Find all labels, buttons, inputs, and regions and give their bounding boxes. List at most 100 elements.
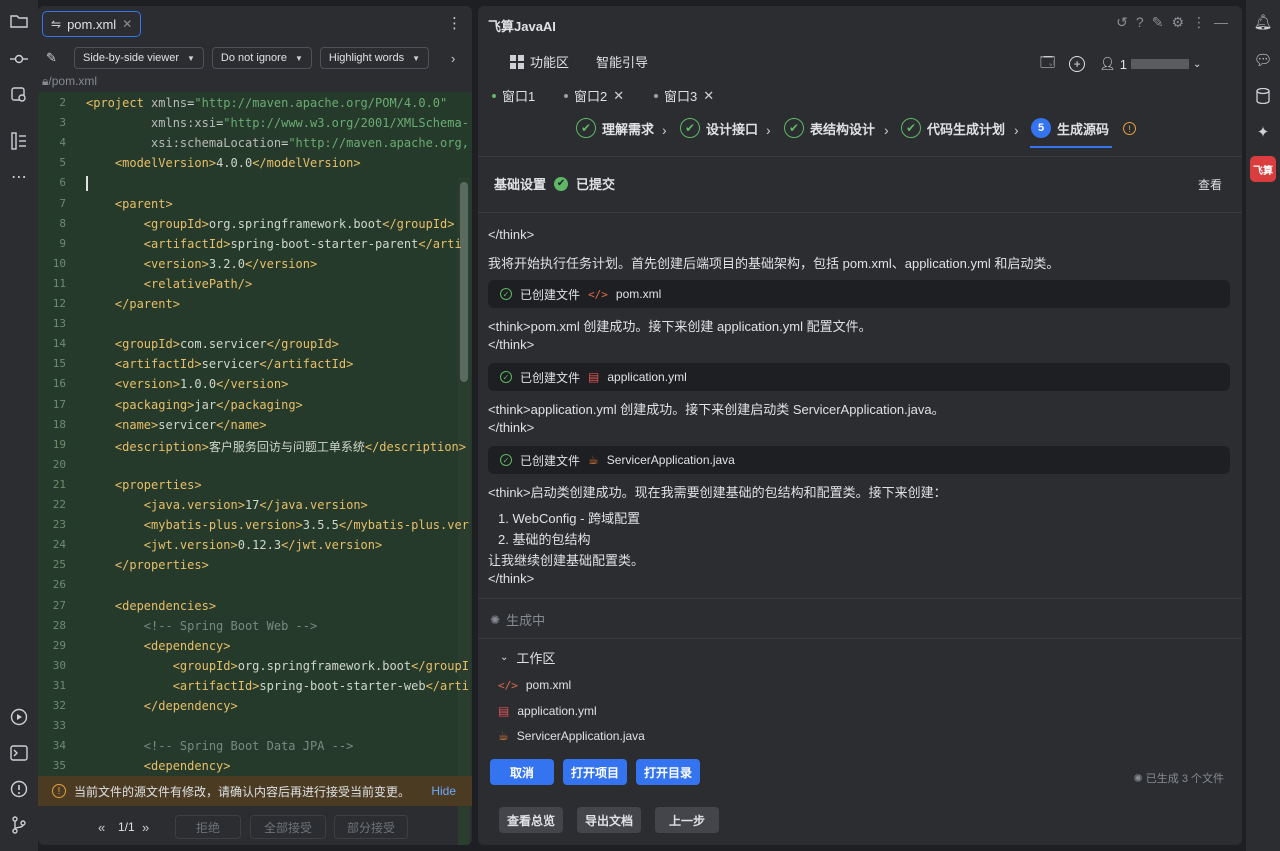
dot-icon (564, 93, 568, 98)
editor-tab-bar: ⇋ pom.xml ✕ ⋮ (38, 6, 472, 42)
close-icon[interactable]: ✕ (613, 88, 624, 104)
hide-link[interactable]: Hide (431, 784, 456, 798)
edit-icon[interactable]: ✎ (46, 50, 66, 66)
workspace-file[interactable]: ☕︎ ServicerApplication.java (498, 729, 645, 743)
minimize-icon[interactable]: — (1214, 14, 1228, 31)
file-name: pom.xml (615, 287, 662, 301)
line-number: 31 (52, 678, 66, 692)
ai-chat-icon[interactable]: 💬︎ (1251, 48, 1275, 72)
step-table-design[interactable]: ✔ 表结构设计 (784, 118, 875, 138)
notifications-icon[interactable]: 🔔︎ (1251, 10, 1275, 34)
code-line: <!-- Spring Boot Data JPA --> (86, 739, 354, 754)
partial-accept-button[interactable]: 部分接受 (334, 815, 408, 839)
run-icon[interactable] (8, 706, 30, 728)
new-window-icon[interactable]: 🗔︎ (1040, 52, 1055, 76)
commit-icon[interactable] (8, 48, 30, 70)
chevron-right-icon[interactable]: › (451, 51, 455, 66)
settings-icon[interactable]: ⚙︎ (1171, 14, 1184, 31)
overview-button[interactable]: 查看总览 (499, 807, 563, 833)
help-icon[interactable]: ? (1136, 14, 1144, 31)
problems-icon[interactable] (8, 778, 30, 800)
window-tab-1[interactable]: 窗口1 (492, 86, 535, 105)
features-menu[interactable]: 功能区 (510, 52, 569, 71)
ai-assistant-icon[interactable]: ✦ (1251, 120, 1275, 144)
code-editor[interactable]: 2 <project xmlns="http://maven.apache.org… (38, 92, 472, 845)
previous-step-button[interactable]: 上一步 (655, 807, 719, 833)
info-icon[interactable]: ! (1123, 122, 1136, 135)
line-number: 8 (59, 216, 66, 230)
generating-status: ✺ 生成中 (490, 610, 545, 629)
list-number: 2. (498, 532, 513, 547)
diff-action-bar: « 1/1 » 拒绝 全部接受 部分接受 (38, 812, 472, 842)
left-tool-strip: ⋯ (0, 0, 38, 851)
ai-assistant-panel: 飞算JavaAI ↺ ? ✎ ⚙︎ ⋮ — 功能区 智能引导 🗔︎ + 👤︎ 1… (478, 6, 1242, 845)
chevron-right-icon: › (1014, 122, 1019, 138)
more-icon[interactable]: ⋯ (8, 166, 30, 188)
message-text: </think> (488, 571, 535, 586)
diff-toolbar: ✎ Side-by-side viewer ▼ Do not ignore ▼ Hi… (38, 44, 472, 72)
line-number: 25 (52, 558, 66, 572)
list-item-text: 基础的包结构 (512, 532, 591, 547)
folder-icon[interactable] (8, 10, 30, 32)
database-icon[interactable] (1251, 84, 1275, 108)
line-number: 26 (52, 578, 66, 592)
git-icon[interactable] (8, 814, 30, 836)
kebab-menu-icon[interactable]: ⋮ (447, 14, 462, 32)
feisuan-badge[interactable]: 飞算 (1250, 156, 1276, 182)
vertical-scrollbar[interactable] (460, 182, 468, 382)
ignore-dropdown[interactable]: Do not ignore ▼ (211, 47, 312, 69)
history-icon[interactable]: ↺ (1116, 14, 1128, 31)
line-number: 13 (52, 317, 66, 331)
code-line: xmlns:xsi="http://www.w3.org/2001/XMLSch… (151, 116, 469, 131)
code-line: <artifactId>spring-boot-starter-parent</… (143, 236, 462, 251)
diff-editor-panel: ⇋ pom.xml ✕ ⋮ ✎ Side-by-side viewer ▼ Do … (38, 6, 472, 845)
open-directory-button[interactable]: 打开目录 (636, 759, 700, 785)
java-file-icon: ☕︎ (498, 729, 509, 743)
line-number: 9 (59, 236, 66, 250)
message-text: </think> (488, 227, 535, 242)
code-line: </parent> (114, 297, 180, 311)
line-number: 5 (59, 156, 66, 170)
reject-button[interactable]: 拒绝 (175, 815, 241, 839)
open-project-button[interactable]: 打开项目 (563, 759, 627, 785)
workspace-file[interactable]: ▤ application.yml (498, 704, 597, 718)
user-menu[interactable]: 👤︎ 1 ⌄ (1099, 56, 1201, 72)
created-file-card[interactable]: ✓ 已创建文件 ☕︎ ServicerApplication.java (488, 446, 1230, 474)
generated-count-label: 已生成 3 个文件 (1145, 773, 1224, 785)
tab-pom-xml[interactable]: ⇋ pom.xml ✕ (42, 11, 142, 37)
prev-diff-icon[interactable]: « (98, 820, 105, 835)
step-codegen-plan[interactable]: ✔ 代码生成计划 (901, 118, 1005, 138)
created-file-card[interactable]: ✓ 已创建文件 ▤ application.yml (488, 363, 1230, 391)
highlight-dropdown[interactable]: Highlight words ▼ (319, 47, 429, 69)
created-label: 已创建文件 (520, 287, 581, 302)
next-diff-icon[interactable]: » (142, 820, 149, 835)
message-text: 让我继续创建基础配置类。 (488, 553, 645, 568)
accept-all-button[interactable]: 全部接受 (250, 815, 326, 839)
export-doc-button[interactable]: 导出文档 (577, 807, 641, 833)
step-generate-source[interactable]: 5 生成源码 (1031, 118, 1109, 138)
close-icon[interactable]: ✕ (703, 88, 714, 104)
window-tab-2[interactable]: 窗口2 ✕ (564, 86, 624, 105)
workspace-file[interactable]: </> pom.xml (498, 678, 571, 692)
terminal-icon[interactable] (8, 742, 30, 764)
kebab-menu-icon[interactable]: ⋮ (1192, 14, 1206, 31)
yaml-file-icon: ▤ (588, 370, 600, 384)
structure-icon[interactable] (8, 130, 30, 152)
check-circle-icon: ✓ (500, 288, 512, 300)
created-file-card[interactable]: ✓ 已创建文件 </> pom.xml (488, 280, 1230, 308)
guide-menu[interactable]: 智能引导 (596, 52, 648, 71)
warning-text: 当前文件的源文件有修改，请确认内容后再进行接受当前变更。 (74, 784, 411, 799)
workspace-toggle[interactable]: ⌄ 工作区 (500, 648, 555, 667)
cancel-button[interactable]: 取消 (490, 759, 554, 785)
step-understand[interactable]: ✔ 理解需求 (576, 118, 654, 138)
edit-icon[interactable]: ✎ (1152, 14, 1164, 31)
viewer-dropdown-label: Side-by-side viewer (83, 52, 179, 64)
add-icon[interactable]: + (1069, 56, 1086, 72)
vcs-icon[interactable] (8, 84, 30, 106)
window-tab-3[interactable]: 窗口3 ✕ (654, 86, 714, 105)
close-icon[interactable]: ✕ (122, 17, 132, 31)
step-label: 理解需求 (602, 121, 655, 137)
view-button[interactable]: 查看 (1198, 176, 1222, 193)
step-api-design[interactable]: ✔ 设计接口 (680, 118, 758, 138)
viewer-dropdown[interactable]: Side-by-side viewer ▼ (74, 47, 204, 69)
